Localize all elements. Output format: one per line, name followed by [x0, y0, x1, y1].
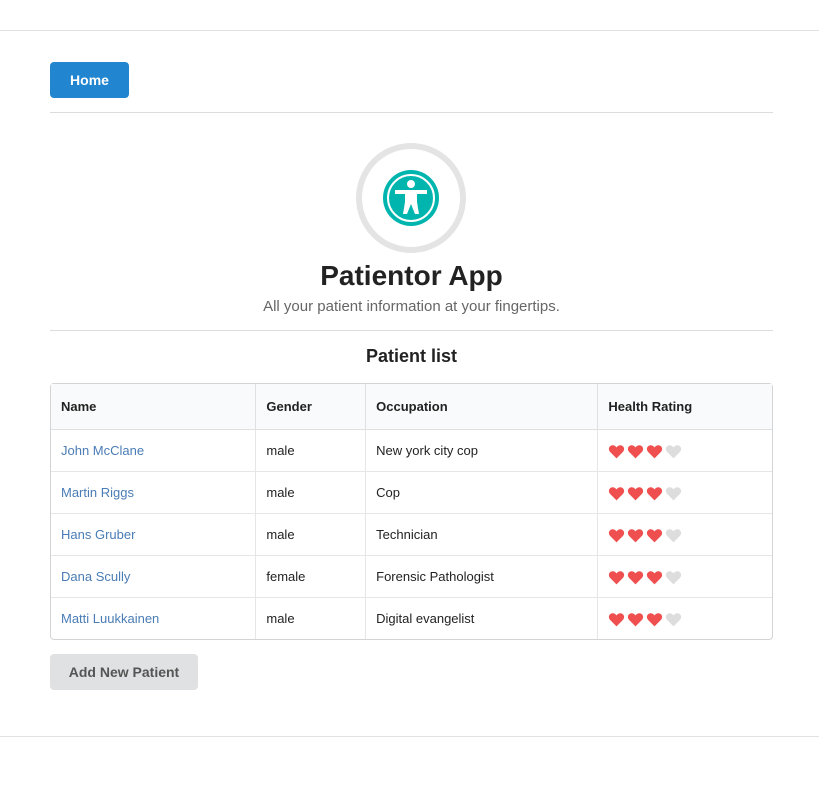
heart-icon	[628, 486, 644, 500]
universal-access-icon	[356, 143, 466, 253]
table-row: Dana Scully female Forensic Pathologist	[51, 556, 772, 598]
patient-table: Name Gender Occupation Health Rating Joh…	[50, 383, 773, 640]
table-row: Hans Gruber male Technician	[51, 514, 772, 556]
patient-occupation: Technician	[365, 514, 598, 556]
heart-icon	[609, 528, 625, 542]
heart-icon	[666, 570, 682, 584]
table-header-row: Name Gender Occupation Health Rating	[51, 384, 772, 430]
column-header-occupation: Occupation	[365, 384, 598, 430]
heart-icon	[666, 528, 682, 542]
heart-icon	[628, 528, 644, 542]
patient-occupation: Forensic Pathologist	[365, 556, 598, 598]
health-rating	[608, 444, 682, 459]
heart-icon	[647, 612, 663, 626]
patient-list-title: Patient list	[365, 346, 458, 366]
page-title: Patientor App	[320, 260, 503, 291]
heart-icon	[609, 486, 625, 500]
add-new-patient-button[interactable]: Add New Patient	[50, 654, 198, 690]
patient-occupation: Digital evangelist	[365, 598, 597, 639]
logo	[355, 142, 467, 254]
health-rating	[608, 612, 682, 627]
heart-icon	[628, 570, 644, 584]
patient-occupation: New york city cop	[365, 430, 598, 472]
patient-name-link[interactable]: Matti Luukkainen	[61, 611, 159, 626]
patient-name-link[interactable]: Martin Riggs	[61, 485, 134, 500]
heart-icon	[666, 486, 682, 500]
heart-icon	[647, 528, 663, 542]
heart-icon	[609, 612, 625, 626]
column-header-health-rating: Health Rating	[597, 384, 772, 430]
bottom-divider	[0, 736, 819, 737]
heart-icon	[609, 444, 625, 458]
patient-name-link[interactable]: John McClane	[61, 443, 144, 458]
heart-icon	[647, 444, 663, 458]
heart-icon	[647, 486, 663, 500]
health-rating	[608, 528, 682, 543]
column-header-name: Name	[51, 384, 256, 430]
page-subtitle: All your patient information at your fin…	[263, 298, 560, 315]
heart-icon	[609, 570, 625, 584]
patient-gender: male	[255, 598, 365, 639]
patient-name-link[interactable]: Dana Scully	[61, 569, 130, 584]
patient-name-link[interactable]: Hans Gruber	[61, 527, 135, 542]
heart-icon	[628, 444, 644, 458]
nav-divider	[50, 112, 773, 113]
health-rating	[608, 570, 682, 585]
table-row: Martin Riggs male Cop	[51, 472, 772, 514]
home-button[interactable]: Home	[50, 62, 129, 98]
top-divider	[0, 30, 819, 31]
table-row: Matti Luukkainen male Digital evangelist	[51, 598, 772, 639]
column-header-gender: Gender	[255, 384, 366, 430]
heart-icon	[628, 612, 644, 626]
heart-icon	[666, 612, 682, 626]
health-rating	[608, 486, 682, 501]
heart-icon	[666, 444, 682, 458]
heart-icon	[647, 570, 663, 584]
patient-gender: male	[255, 472, 366, 514]
patient-gender: male	[255, 514, 366, 556]
main-container: Home Patientor App All your patient info…	[50, 62, 773, 690]
patient-gender: male	[255, 430, 366, 472]
header-divider	[50, 330, 773, 331]
table-row: John McClane male New york city cop	[51, 430, 772, 472]
patient-gender: female	[255, 556, 366, 598]
patient-occupation: Cop	[365, 472, 598, 514]
